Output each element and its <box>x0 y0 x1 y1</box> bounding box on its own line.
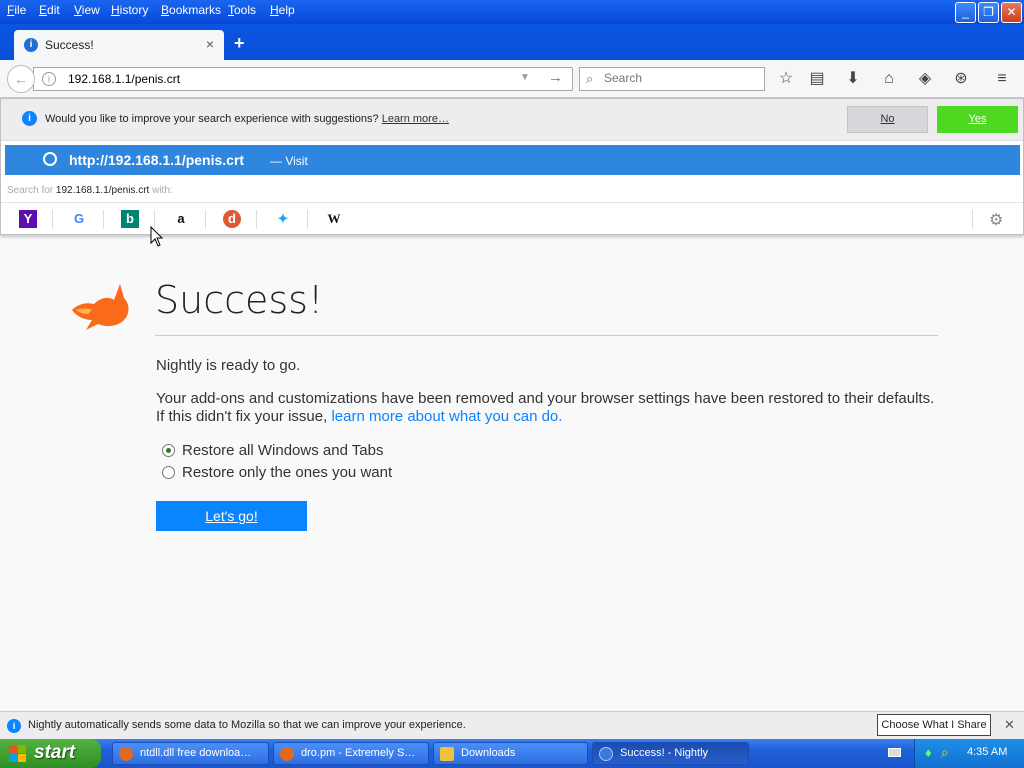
learn-more-link[interactable]: learn more about what you can do. <box>331 408 562 425</box>
windows-logo-icon <box>9 745 26 762</box>
search-for-label: Search for 192.168.1.1/penis.crt with: <box>7 185 173 196</box>
menu-help[interactable]: Help <box>270 3 295 17</box>
start-button[interactable]: start <box>0 739 101 768</box>
url-input[interactable] <box>68 70 508 88</box>
taskbar-item-active[interactable]: Success! - Nightly <box>592 742 749 765</box>
gear-icon[interactable]: ⚙ <box>989 210 1003 230</box>
nightly-icon <box>599 747 613 761</box>
star-icon[interactable]: ☆ <box>775 68 797 90</box>
engine-separator <box>972 210 973 229</box>
restore-all-radio[interactable] <box>162 444 175 457</box>
learn-more-link[interactable]: Learn more… <box>382 113 449 125</box>
visit-url-result[interactable]: http://192.168.1.1/penis.crt — Visit <box>5 145 1020 175</box>
url-bar[interactable]: i ▼ → <box>33 67 573 91</box>
browser-icon <box>280 747 294 761</box>
menu-icon[interactable]: ≡ <box>991 68 1013 90</box>
menu-edit[interactable]: Edit <box>39 3 60 17</box>
search-bar[interactable]: ⌕ <box>579 67 765 91</box>
firefox-logo <box>72 284 129 330</box>
new-tab-button[interactable]: + <box>234 33 245 54</box>
description-line-1: Your add-ons and customizations have bee… <box>156 390 935 407</box>
search-icon: ⌕ <box>586 71 594 86</box>
bing-icon[interactable]: b <box>121 210 139 228</box>
home-icon[interactable]: ⌂ <box>878 68 900 90</box>
suggestions-message: Would you like to improve your search ex… <box>45 113 449 125</box>
yahoo-icon[interactable]: Y <box>19 210 37 228</box>
menu-history[interactable]: History <box>111 3 148 17</box>
back-button[interactable]: ← <box>7 65 35 93</box>
globe-icon <box>43 152 57 166</box>
maximize-button[interactable]: ❐ <box>978 2 999 23</box>
site-info-icon[interactable]: i <box>42 72 56 86</box>
info-icon: i <box>24 38 38 52</box>
tray-app-icon[interactable]: ♦ <box>925 745 932 760</box>
amazon-icon[interactable]: a <box>172 210 190 228</box>
description-text: If this didn't fix your issue, <box>156 408 328 425</box>
notification-text: Nightly automatically sends some data to… <box>28 719 466 731</box>
menu-view[interactable]: View <box>74 3 100 17</box>
choose-what-i-share-button[interactable]: Choose What I Share <box>877 714 991 736</box>
description-line-2: If this didn't fix your issue, learn mor… <box>156 408 946 426</box>
dropdown-arrow-icon[interactable]: ▼ <box>520 72 530 83</box>
google-icon[interactable]: G <box>70 210 88 228</box>
taskbar-item[interactable]: dro.pm - Extremely S… <box>273 742 429 765</box>
engine-separator <box>103 210 104 229</box>
search-suggestions-prompt: i Would you like to improve your search … <box>1 99 1023 141</box>
sync-icon[interactable]: ⊛ <box>950 68 972 90</box>
pocket-icon[interactable]: ◈ <box>914 68 936 90</box>
restore-some-label[interactable]: Restore only the ones you want <box>182 464 392 481</box>
close-window-button[interactable]: ✕ <box>1001 2 1022 23</box>
go-arrow-icon[interactable]: → <box>548 69 563 86</box>
tab-title: Success! <box>45 38 94 52</box>
download-icon[interactable]: ⬇ <box>842 68 864 90</box>
restore-all-label[interactable]: Restore all Windows and Tabs <box>182 442 384 459</box>
restore-some-radio[interactable] <box>162 466 175 479</box>
tray-search-icon[interactable]: ⌕ <box>941 744 949 761</box>
info-icon: i <box>7 719 21 733</box>
minimize-button[interactable]: _ <box>955 2 976 23</box>
lets-go-button[interactable]: Let's go! <box>156 501 307 531</box>
info-icon: i <box>22 111 37 126</box>
menu-tools[interactable]: Tools <box>228 3 256 17</box>
close-tab-icon[interactable]: × <box>206 36 214 52</box>
tab-success[interactable]: i Success! × <box>14 30 224 60</box>
wikipedia-icon[interactable]: W <box>325 210 343 228</box>
engine-separator <box>205 210 206 229</box>
visit-label: — Visit <box>270 154 308 168</box>
url-suggestion-popup: i Would you like to improve your search … <box>0 98 1024 235</box>
no-button[interactable]: No <box>847 106 928 133</box>
start-label: start <box>34 742 76 763</box>
tab-strip: i Success! × + <box>0 24 1024 60</box>
close-icon[interactable]: ✕ <box>1004 717 1015 733</box>
taskbar-item[interactable]: Downloads <box>433 742 588 765</box>
menu-bookmarks[interactable]: Bookmarks <box>161 3 221 17</box>
folder-icon <box>440 747 454 761</box>
taskbar: start ntdll.dll free downloa… dro.pm - E… <box>0 739 1024 768</box>
engine-separator <box>307 210 308 229</box>
engine-separator <box>256 210 257 229</box>
keyboard-icon[interactable] <box>888 748 901 757</box>
menu-bar: File Edit View History Bookmarks Tools H… <box>0 0 1024 24</box>
reading-list-icon[interactable]: ▤ <box>806 68 828 90</box>
result-url: http://192.168.1.1/penis.crt <box>69 152 245 168</box>
engine-separator <box>52 210 53 229</box>
menu-file[interactable]: File <box>7 3 26 17</box>
yes-button[interactable]: Yes <box>937 106 1018 133</box>
taskbar-item[interactable]: ntdll.dll free downloa… <box>112 742 269 765</box>
title-divider <box>155 335 938 336</box>
clock: 4:35 AM <box>967 746 1008 758</box>
reset-description: Your add-ons and customizations have bee… <box>156 390 946 426</box>
mouse-cursor-icon <box>150 226 164 247</box>
ready-message: Nightly is ready to go. <box>156 357 301 374</box>
search-input[interactable] <box>604 71 759 85</box>
data-collection-notification: i Nightly automatically sends some data … <box>0 711 1024 739</box>
duckduckgo-icon[interactable]: d <box>223 210 241 228</box>
search-query: 192.168.1.1/penis.crt <box>55 185 150 196</box>
browser-icon <box>119 747 133 761</box>
nav-toolbar: i ▼ → ← ⌕ ☆ ▤ ⬇ ⌂ ◈ ⊛ ≡ <box>0 60 1024 98</box>
twitter-icon[interactable]: ✦ <box>274 210 292 228</box>
page-title: Success! <box>155 278 324 322</box>
